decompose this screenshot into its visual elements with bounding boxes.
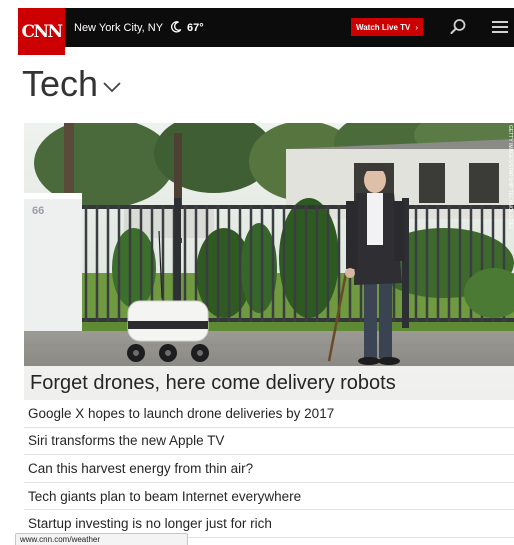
weather-location[interactable]: New York City, NY 67°	[74, 21, 204, 34]
crescent-moon-icon	[170, 21, 182, 33]
search-icon[interactable]	[448, 17, 468, 37]
headline-link[interactable]: Startup investing is no longer just for …	[28, 516, 272, 531]
section-title: Tech	[22, 63, 99, 104]
hamburger-menu-icon[interactable]	[490, 17, 510, 37]
headline-item[interactable]: Can this harvest energy from thin air?	[24, 455, 514, 483]
headline-link[interactable]: Google X hopes to launch drone deliverie…	[28, 406, 334, 421]
headline-link[interactable]: Siri transforms the new Apple TV	[28, 433, 224, 448]
top-nav-bar: CNN New York City, NY 67° Watch Live TV …	[18, 8, 514, 55]
chevron-down-icon	[103, 82, 121, 93]
temperature-value: 67°	[186, 22, 204, 34]
chevron-right-icon: ›	[415, 22, 419, 32]
hero-headline[interactable]: Forget drones, here come delivery robots	[30, 372, 396, 395]
pillar-number: 66	[32, 205, 44, 217]
headline-list: Google X hopes to launch drone deliverie…	[24, 400, 514, 538]
link-status-bar: www.cnn.com/weather	[15, 533, 188, 545]
watch-live-label: Watch Live TV	[355, 22, 411, 32]
photo-credit: GETTY IMAGES/STARSHIP TECHNOLOGIES	[507, 125, 513, 230]
watch-live-tv-button[interactable]: Watch Live TV ›	[351, 18, 423, 36]
headline-link[interactable]: Tech giants plan to beam Internet everyw…	[28, 489, 301, 504]
hero-caption: Forget drones, here come delivery robots	[24, 366, 514, 400]
headline-link[interactable]: Can this harvest energy from thin air?	[28, 461, 253, 476]
cnn-logo[interactable]: CNN	[18, 8, 65, 55]
location-text: New York City, NY	[74, 22, 163, 34]
headline-item[interactable]: Tech giants plan to beam Internet everyw…	[24, 483, 514, 511]
hero-image: 66	[24, 123, 514, 400]
headline-item[interactable]: Siri transforms the new Apple TV	[24, 428, 514, 456]
section-selector[interactable]: Tech	[22, 63, 122, 105]
headline-item[interactable]: Google X hopes to launch drone deliverie…	[24, 400, 514, 428]
hero-story[interactable]: 66 GETTY IMAGES/STARSHIP TECHNOLOGIES Fo…	[24, 123, 514, 400]
